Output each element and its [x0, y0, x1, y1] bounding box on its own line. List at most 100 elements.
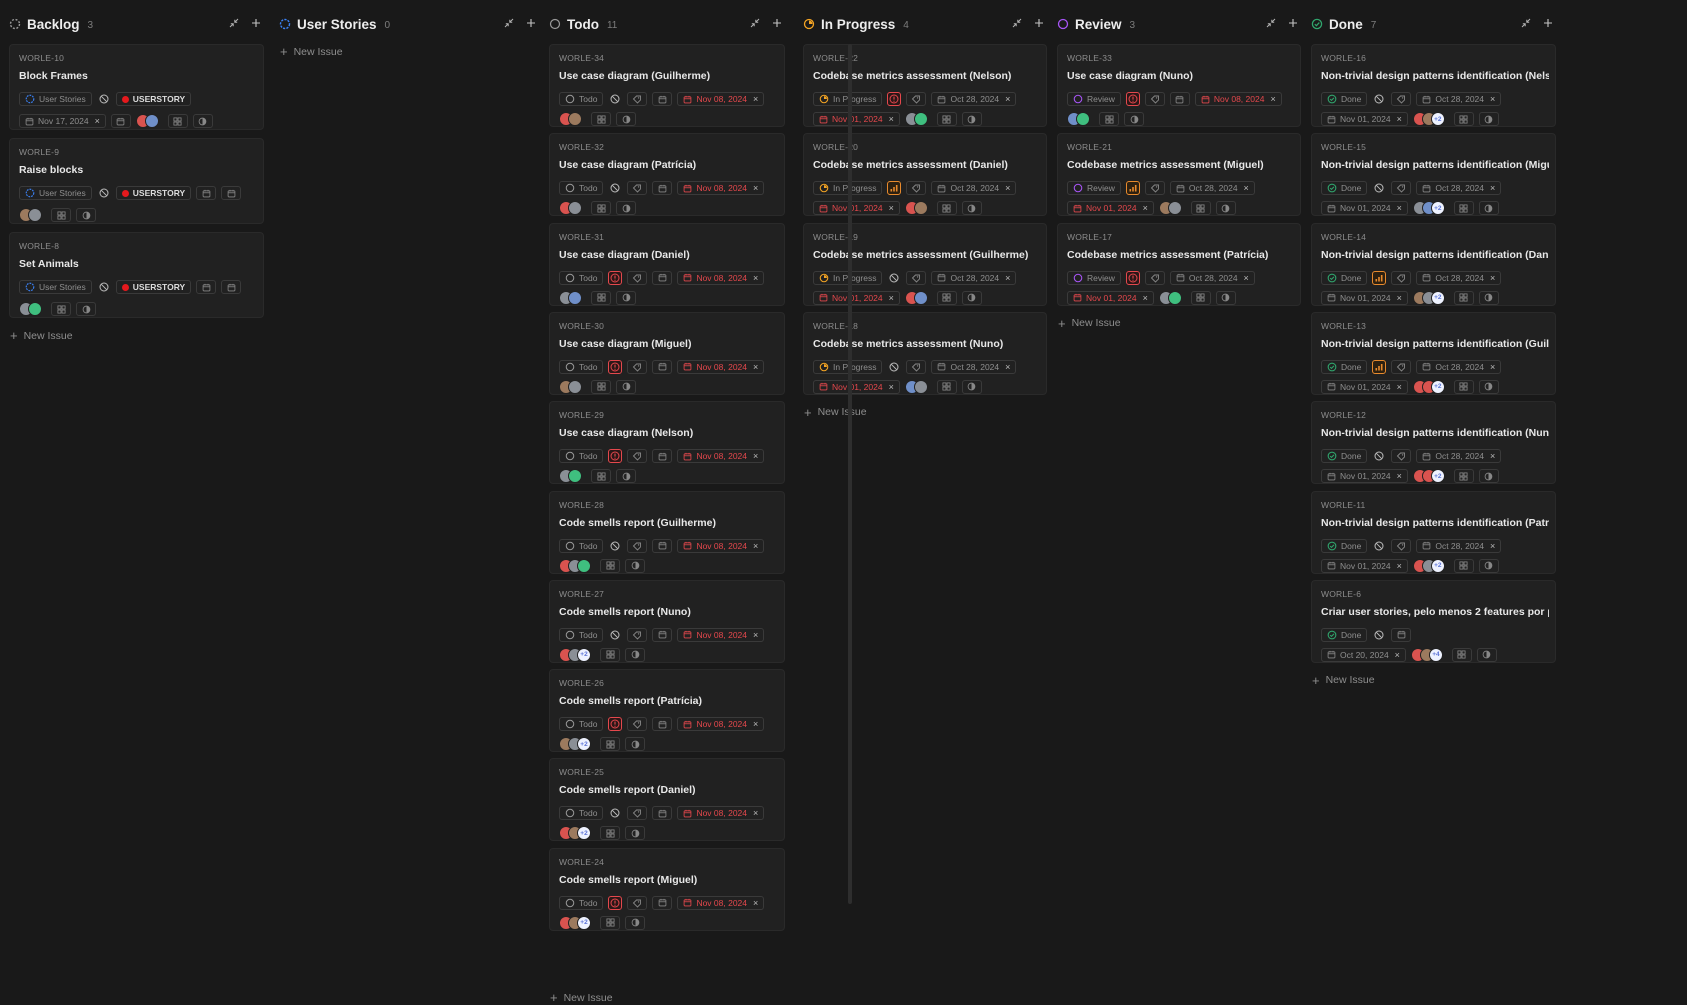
state-dropdown[interactable]: Todo [559, 717, 604, 732]
labels-chip[interactable] [906, 270, 927, 285]
clear-date-icon[interactable]: × [753, 630, 758, 640]
assignees[interactable] [904, 112, 928, 126]
cycle-chip[interactable] [1476, 647, 1497, 662]
priority-dropdown[interactable] [608, 539, 622, 553]
issue-card[interactable]: WORLE-22 Codebase metrics assessment (Nel… [803, 44, 1047, 127]
clear-date-icon[interactable]: × [889, 293, 894, 303]
assignees[interactable] [904, 201, 928, 216]
labels-chip[interactable] [627, 449, 648, 464]
clear-date-icon[interactable]: × [1397, 382, 1402, 392]
clear-date-icon[interactable]: × [753, 94, 758, 104]
module-chip[interactable] [600, 826, 620, 841]
clear-date-icon[interactable]: × [1005, 94, 1010, 104]
assignees[interactable]: +2 [1412, 112, 1445, 126]
due-date-chip[interactable]: Nov 01, 2024 × [1321, 201, 1408, 216]
issue-title[interactable]: Use case diagram (Nelson) [559, 427, 778, 439]
clear-date-icon[interactable]: × [889, 382, 894, 392]
labels-chip[interactable] [1391, 359, 1412, 374]
issue-card[interactable]: WORLE-12 Non-trivial design patterns iden… [1311, 401, 1556, 485]
issue-title[interactable]: Non-trivial design patterns identificati… [1321, 427, 1549, 439]
priority-dropdown[interactable] [1372, 628, 1386, 642]
labels-chip[interactable] [1391, 270, 1412, 285]
issue-title[interactable]: Use case diagram (Miguel) [559, 338, 778, 350]
add-issue-icon[interactable] [525, 16, 537, 30]
new-issue-button[interactable]: + New Issue [550, 990, 613, 1005]
labels-chip[interactable] [627, 92, 648, 106]
start-date-chip[interactable] [652, 270, 673, 285]
clear-date-icon[interactable]: × [1397, 471, 1402, 481]
assignees[interactable] [559, 558, 591, 573]
issue-title[interactable]: Set Animals [19, 258, 257, 270]
add-issue-icon[interactable] [250, 16, 262, 30]
due-date-chip[interactable]: Nov 01, 2024 × [1321, 379, 1408, 394]
labels-chip[interactable] [1144, 181, 1165, 196]
minimize-icon[interactable] [503, 16, 515, 30]
assignees[interactable]: +2 [1412, 379, 1445, 394]
start-date-chip[interactable] [652, 359, 673, 374]
state-dropdown[interactable]: Done [1321, 538, 1368, 553]
module-chip[interactable] [600, 558, 620, 573]
due-date-chip[interactable]: Nov 08, 2024 × [677, 717, 765, 732]
new-issue-button[interactable]: + New Issue [1312, 673, 1375, 688]
labels-chip[interactable] [627, 806, 648, 821]
priority-dropdown[interactable] [97, 92, 111, 106]
state-dropdown[interactable]: Done [1321, 181, 1368, 196]
start-date-chip[interactable]: Oct 28, 2024 × [931, 270, 1017, 285]
assignees[interactable] [1158, 290, 1182, 305]
start-date-chip[interactable] [652, 806, 673, 821]
state-dropdown[interactable]: Todo [559, 181, 604, 196]
todo-scrollbar[interactable] [848, 44, 852, 904]
module-chip[interactable] [51, 208, 71, 222]
state-dropdown[interactable]: Todo [559, 538, 604, 553]
minimize-icon[interactable] [1265, 16, 1277, 30]
priority-dropdown[interactable] [608, 806, 622, 820]
labels-chip[interactable] [627, 270, 648, 285]
cycle-chip[interactable] [1478, 558, 1499, 573]
start-date-chip[interactable]: Oct 28, 2024 × [1169, 181, 1255, 196]
assignees[interactable]: +2 [559, 647, 591, 662]
start-date-chip[interactable] [652, 92, 673, 106]
assignees[interactable] [559, 379, 582, 394]
issue-card[interactable]: WORLE-31 Use case diagram (Daniel) Todo Nov… [549, 222, 785, 306]
issue-title[interactable]: Use case diagram (Guilherme) [559, 70, 778, 82]
state-dropdown[interactable]: Review [1067, 270, 1121, 285]
start-date-chip[interactable] [652, 627, 673, 642]
labels-chip[interactable] [627, 538, 648, 553]
add-issue-icon[interactable] [1287, 16, 1299, 30]
start-date-chip[interactable]: Oct 28, 2024 × [1416, 449, 1502, 464]
cycle-chip[interactable] [76, 208, 96, 222]
new-issue-button[interactable]: + New Issue [280, 44, 343, 59]
issue-title[interactable]: Code smells report (Miguel) [559, 874, 778, 886]
priority-dropdown[interactable] [1372, 449, 1386, 463]
module-chip[interactable] [1453, 558, 1474, 573]
due-date-chip[interactable]: Nov 01, 2024 × [1321, 558, 1408, 573]
module-chip[interactable] [600, 915, 620, 930]
clear-date-icon[interactable]: × [1244, 273, 1249, 283]
state-dropdown[interactable]: Done [1321, 627, 1368, 642]
clear-date-icon[interactable]: × [753, 183, 758, 193]
add-issue-icon[interactable] [771, 16, 783, 30]
clear-date-icon[interactable]: × [889, 203, 894, 213]
due-date-chip[interactable]: Nov 01, 2024 × [1321, 290, 1408, 305]
due-date-chip[interactable]: Nov 08, 2024 × [677, 449, 765, 464]
start-date-chip[interactable]: Oct 28, 2024 × [931, 181, 1017, 196]
cycle-chip[interactable] [192, 114, 213, 128]
clear-date-icon[interactable]: × [1490, 541, 1495, 551]
priority-dropdown[interactable] [1125, 270, 1140, 285]
cycle-chip[interactable] [961, 290, 982, 305]
labels-chip[interactable] [627, 359, 648, 374]
priority-dropdown[interactable] [1372, 539, 1386, 553]
issue-title[interactable]: Use case diagram (Patrícia) [559, 159, 778, 171]
state-dropdown[interactable]: Done [1321, 92, 1368, 106]
priority-dropdown[interactable] [1372, 270, 1387, 285]
due-date-chip[interactable]: Nov 08, 2024 × [677, 806, 765, 821]
cycle-chip[interactable] [1215, 290, 1236, 305]
module-chip[interactable] [1190, 290, 1211, 305]
priority-dropdown[interactable] [1125, 92, 1140, 106]
due-date-chip[interactable]: Nov 08, 2024 × [677, 92, 765, 106]
clear-date-icon[interactable]: × [753, 541, 758, 551]
assignees[interactable]: +2 [559, 826, 591, 841]
issue-title[interactable]: Use case diagram (Daniel) [559, 249, 778, 261]
cycle-chip[interactable] [76, 302, 96, 316]
clear-date-icon[interactable]: × [1005, 273, 1010, 283]
